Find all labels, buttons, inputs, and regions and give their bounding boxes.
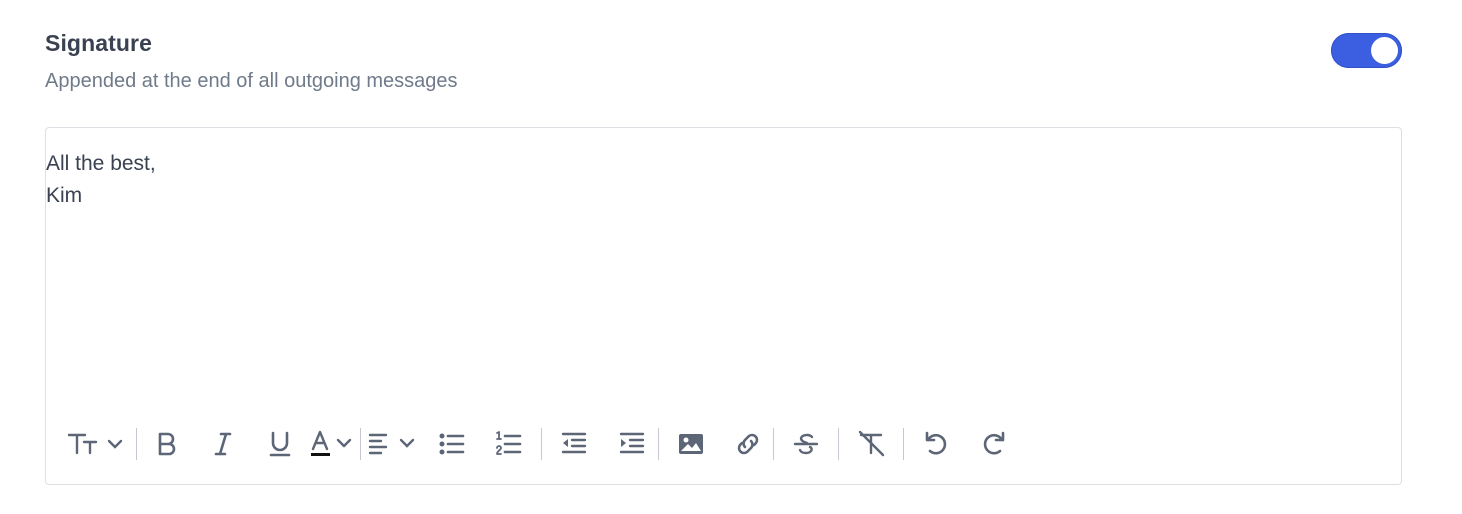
strikethrough-button[interactable] <box>774 424 838 464</box>
clear-formatting-button[interactable] <box>839 424 903 464</box>
signature-section: Signature Appended at the end of all out… <box>45 0 1402 514</box>
italic-button[interactable] <box>194 424 251 464</box>
font-size-icon <box>66 429 128 459</box>
numbered-list-button[interactable] <box>480 424 537 464</box>
align-dropdown[interactable] <box>361 424 423 464</box>
text-color-icon <box>308 429 360 459</box>
redo-icon <box>980 429 1010 459</box>
undo-icon <box>920 429 950 459</box>
bold-icon <box>151 429 181 459</box>
insert-link-button[interactable] <box>723 424 773 464</box>
font-size-dropdown[interactable] <box>66 424 128 464</box>
editor-content[interactable]: All the best, Kim <box>46 148 1386 212</box>
strikethrough-icon <box>791 429 821 459</box>
toggle-knob <box>1371 37 1398 64</box>
indent-icon <box>617 429 647 459</box>
align-icon <box>361 429 423 459</box>
undo-button[interactable] <box>904 424 966 464</box>
outdent-button[interactable] <box>542 424 606 464</box>
insert-image-button[interactable] <box>659 424 723 464</box>
signature-title: Signature <box>45 30 152 56</box>
signature-editor[interactable]: All the best, Kim <box>45 127 1402 485</box>
editor-line: All the best, <box>46 152 156 175</box>
formatting-toolbar <box>66 424 1024 464</box>
redo-button[interactable] <box>966 424 1024 464</box>
underline-icon <box>265 429 295 459</box>
bold-button[interactable] <box>137 424 194 464</box>
editor-line: Kim <box>46 184 83 207</box>
image-icon <box>676 429 706 459</box>
text-color-dropdown[interactable] <box>308 424 360 464</box>
underline-button[interactable] <box>251 424 308 464</box>
numbered-list-icon <box>494 429 524 459</box>
signature-subtitle: Appended at the end of all outgoing mess… <box>45 70 458 92</box>
italic-icon <box>208 429 238 459</box>
indent-button[interactable] <box>606 424 658 464</box>
bulleted-list-button[interactable] <box>423 424 480 464</box>
link-icon <box>732 429 764 459</box>
clear-formatting-icon <box>854 429 888 459</box>
bulleted-list-icon <box>437 429 467 459</box>
outdent-icon <box>559 429 589 459</box>
signature-toggle[interactable] <box>1331 33 1402 68</box>
